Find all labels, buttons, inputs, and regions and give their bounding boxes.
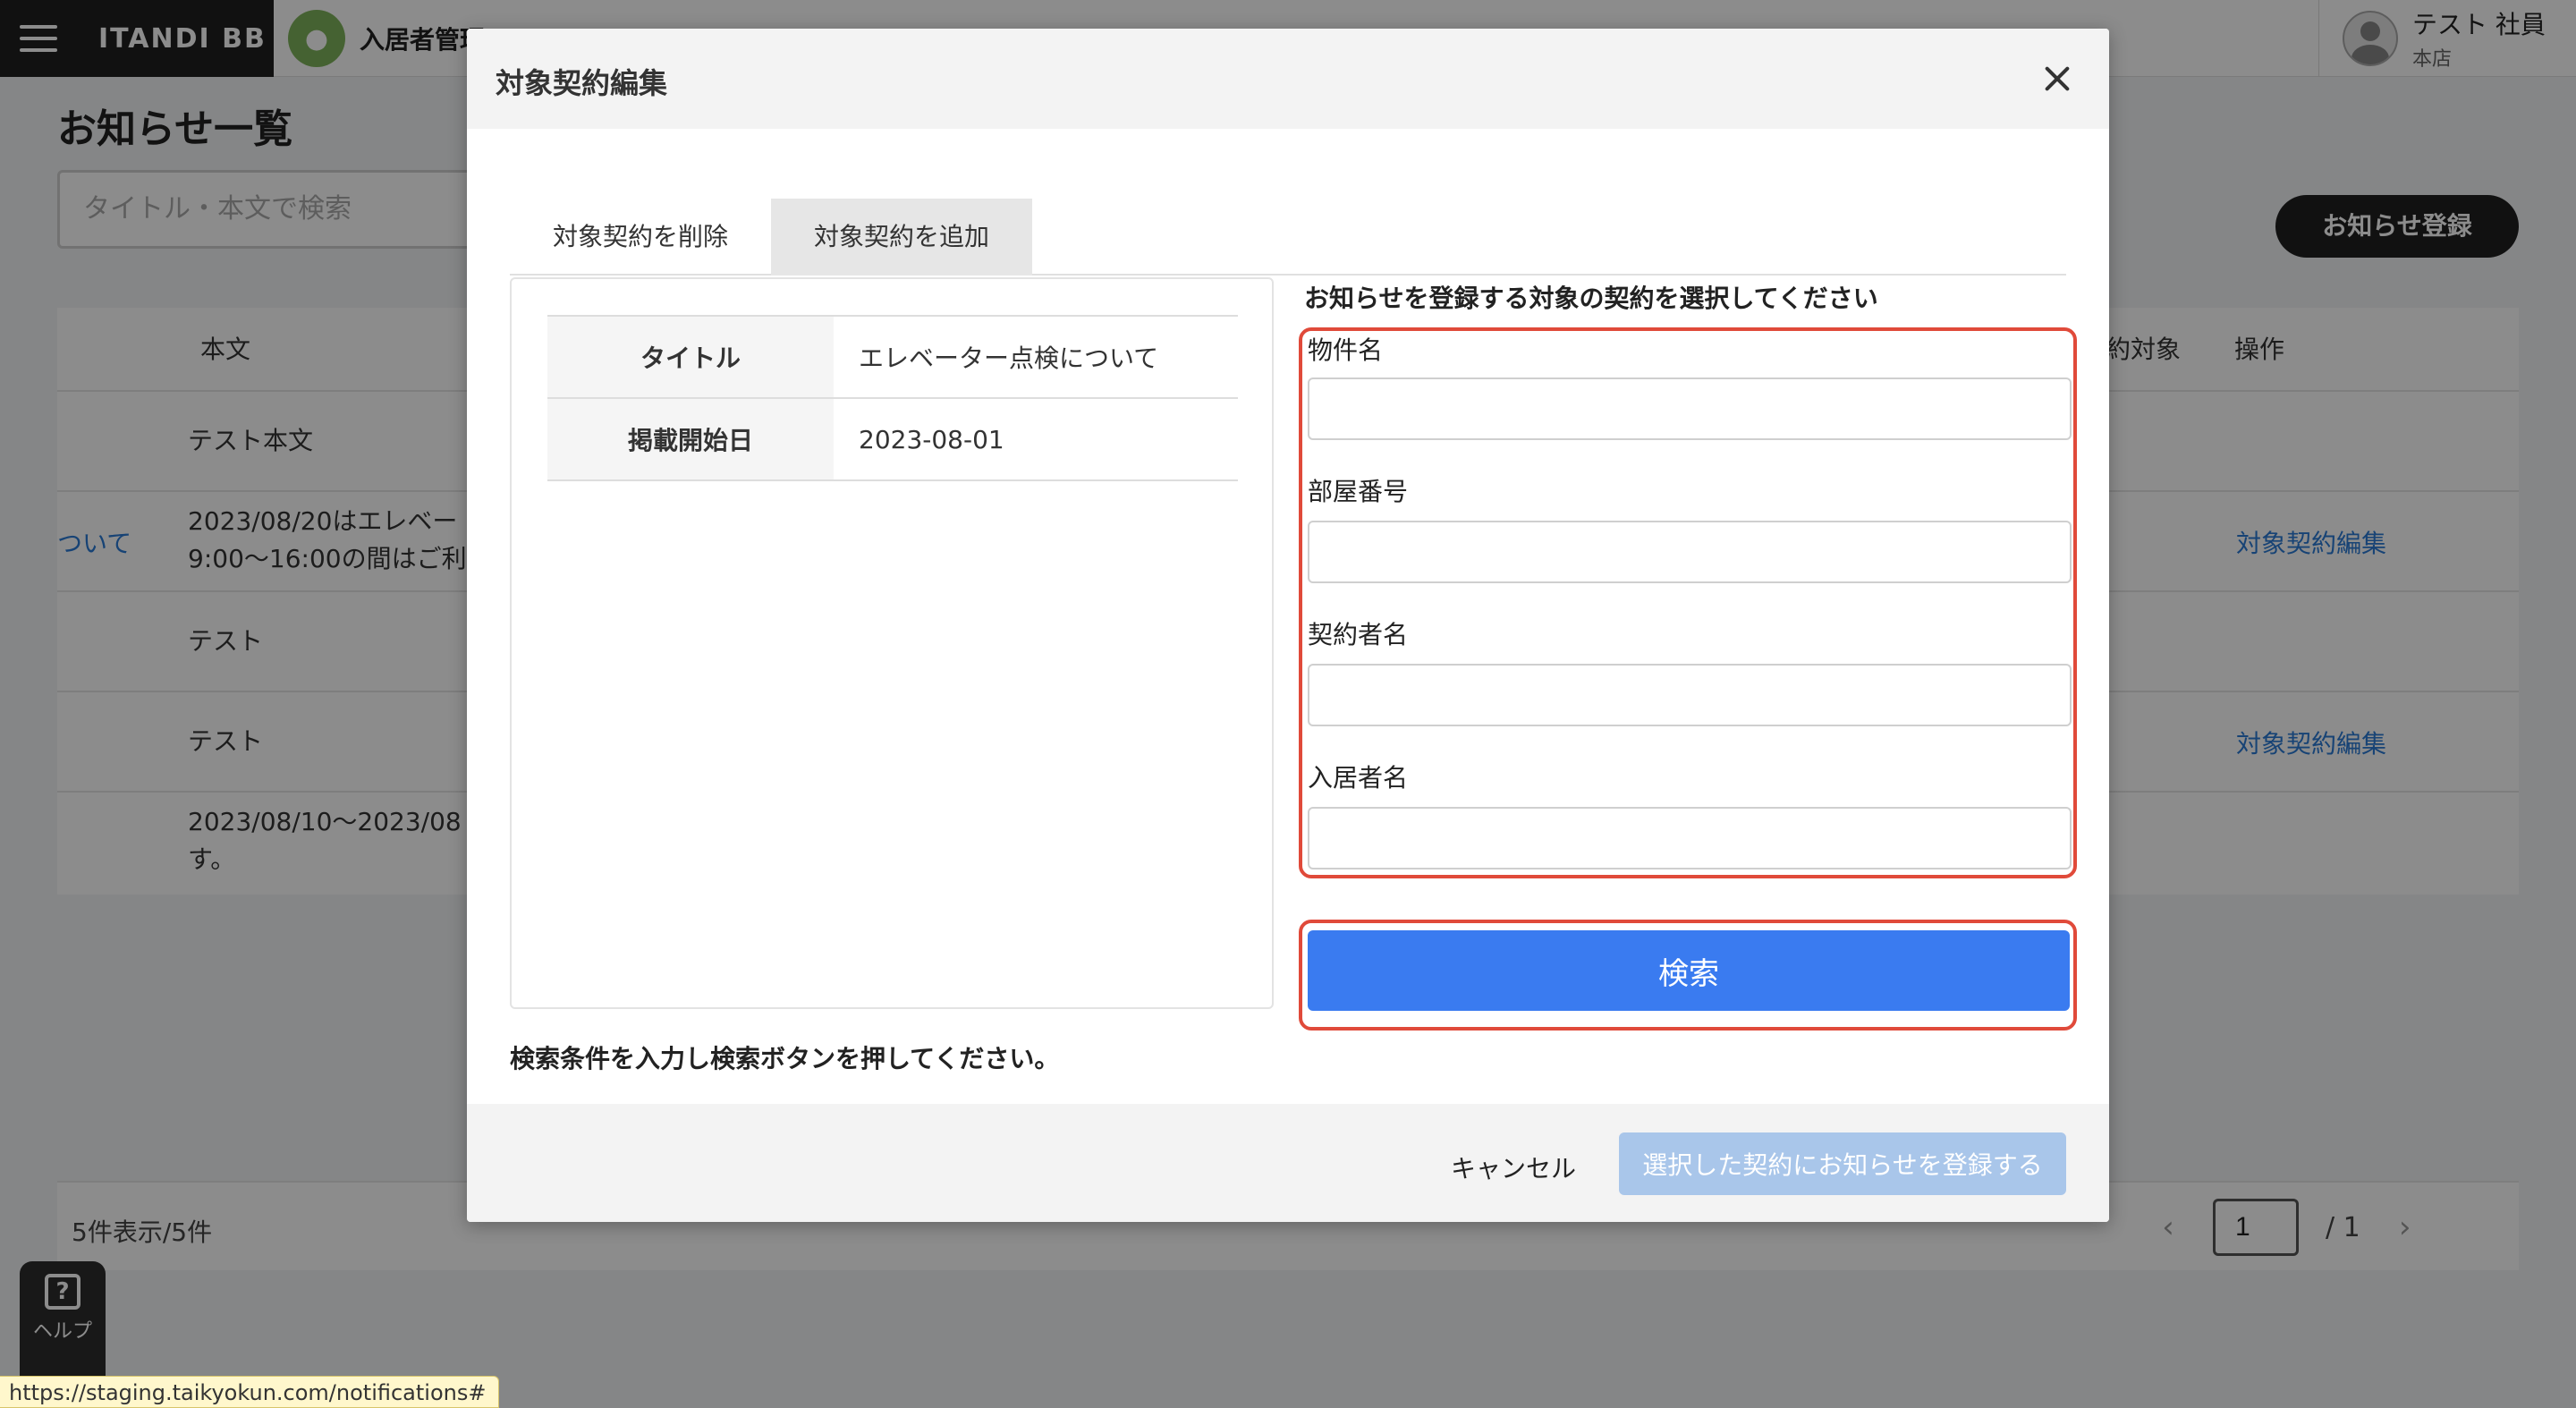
info-key: タイトル (547, 315, 834, 399)
info-value: エレベーター点検について (834, 315, 1238, 399)
property-name-label: 物件名 (1308, 335, 1384, 365)
info-key: 掲載開始日 (547, 397, 834, 481)
resident-name-input[interactable] (1308, 807, 2072, 869)
tab-add-target-contract[interactable]: 対象契約を追加 (771, 199, 1032, 276)
modal-header: 対象契約編集 (467, 29, 2109, 129)
notification-info-table: タイトル エレベーター点検について 掲載開始日 2023-08-01 (547, 315, 1238, 481)
info-row-start-date: 掲載開始日 2023-08-01 (547, 397, 1238, 481)
room-number-input[interactable] (1308, 521, 2072, 583)
modal-title: 対象契約編集 (496, 66, 668, 100)
property-name-input[interactable] (1308, 377, 2072, 440)
target-contract-edit-modal: 対象契約編集 対象契約を削除 対象契約を追加 タイトル エレベーター点検について… (467, 29, 2109, 1222)
tab-delete-target-contract[interactable]: 対象契約を削除 (510, 199, 771, 276)
close-icon[interactable] (2038, 59, 2077, 98)
search-button-highlight: 検索 (1299, 920, 2077, 1031)
info-value: 2023-08-01 (834, 397, 1238, 481)
status-bar-url: https://staging.taikyokun.com/notificati… (0, 1376, 500, 1408)
modal-tabs: 対象契約を削除 対象契約を追加 (510, 170, 2066, 276)
resident-name-label: 入居者名 (1308, 763, 1409, 793)
room-number-label: 部屋番号 (1308, 477, 1409, 506)
search-hint-text: 検索条件を入力し検索ボタンを押してください。 (510, 1044, 1060, 1073)
instruction-text: お知らせを登録する対象の契約を選択してください (1304, 284, 1878, 313)
modal-footer: キャンセル 選択した契約にお知らせを登録する (467, 1104, 2109, 1222)
search-fields-highlight: 物件名 部屋番号 契約者名 入居者名 (1299, 327, 2077, 878)
cancel-button[interactable]: キャンセル (1451, 1136, 1576, 1199)
search-button[interactable]: 検索 (1308, 930, 2070, 1011)
contractor-name-input[interactable] (1308, 664, 2072, 726)
register-to-selected-contracts-button[interactable]: 選択した契約にお知らせを登録する (1619, 1132, 2066, 1195)
info-row-title: タイトル エレベーター点検について (547, 315, 1238, 399)
contractor-name-label: 契約者名 (1308, 620, 1409, 649)
notification-info-panel: タイトル エレベーター点検について 掲載開始日 2023-08-01 (510, 277, 1274, 1009)
